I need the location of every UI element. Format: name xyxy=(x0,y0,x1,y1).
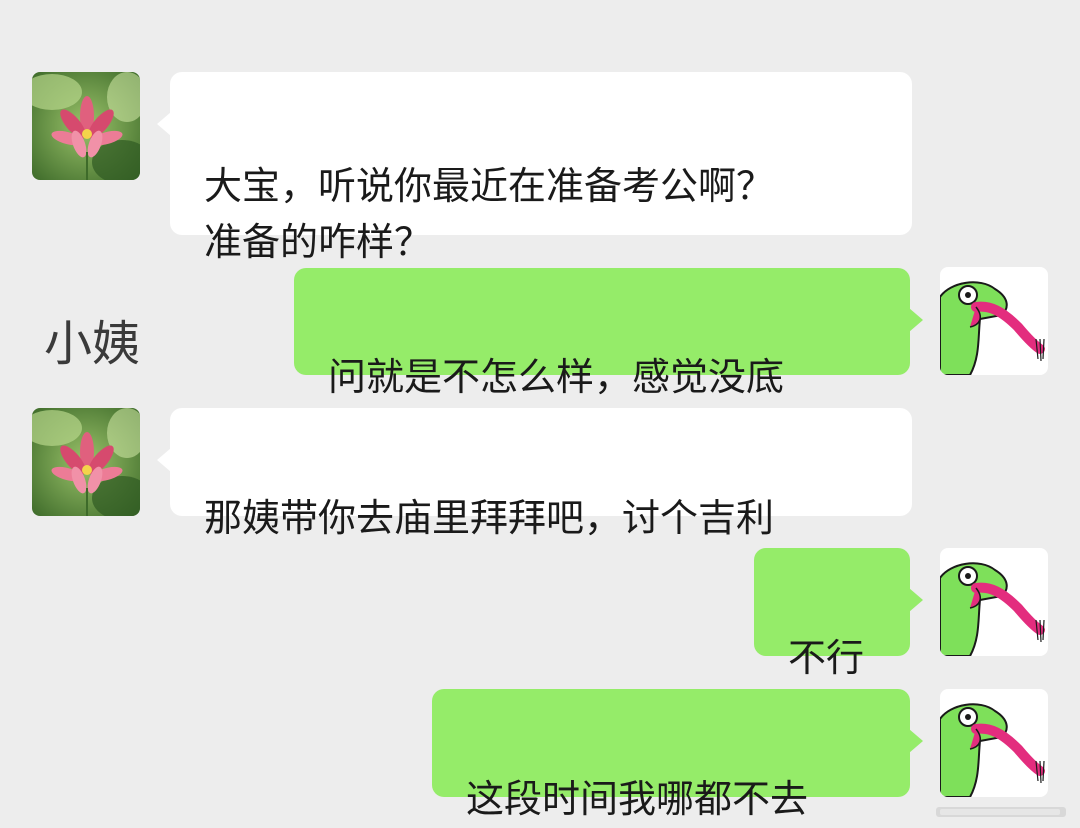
frog-avatar[interactable] xyxy=(940,689,1048,797)
message-text: 这段时间我哪都不去 xyxy=(466,777,809,821)
lotus-flower-icon xyxy=(32,408,140,516)
green-frog-icon xyxy=(940,548,1048,656)
green-frog-icon xyxy=(940,267,1048,375)
frog-avatar[interactable] xyxy=(940,267,1048,375)
message-text: 不行 xyxy=(788,636,865,680)
frog-avatar[interactable] xyxy=(940,548,1048,656)
green-frog-icon xyxy=(940,689,1048,797)
contact-name-label: 小姨 xyxy=(44,316,141,372)
message-text: 大宝，听说你最近在准备考公啊？ 准备的咋样？ xyxy=(204,164,775,264)
lotus-flower-icon xyxy=(32,72,140,180)
message-text: 问就是不怎么样，感觉没底 xyxy=(328,355,785,399)
message-text: 那姨带你去庙里拜拜吧，讨个吉利 xyxy=(204,496,775,540)
watermark xyxy=(936,807,1066,817)
message-bubble-outgoing[interactable]: 问就是不怎么样，感觉没底 xyxy=(294,268,923,399)
lotus-avatar[interactable] xyxy=(32,72,140,180)
lotus-avatar[interactable] xyxy=(32,408,140,516)
message-bubble-outgoing[interactable]: 不行 xyxy=(754,548,923,680)
message-bubble-incoming[interactable]: 那姨带你去庙里拜拜吧，讨个吉利 xyxy=(157,408,912,540)
message-bubble-incoming[interactable]: 大宝，听说你最近在准备考公啊？ 准备的咋样？ xyxy=(157,72,912,264)
message-bubble-outgoing[interactable]: 这段时间我哪都不去 xyxy=(432,689,923,821)
